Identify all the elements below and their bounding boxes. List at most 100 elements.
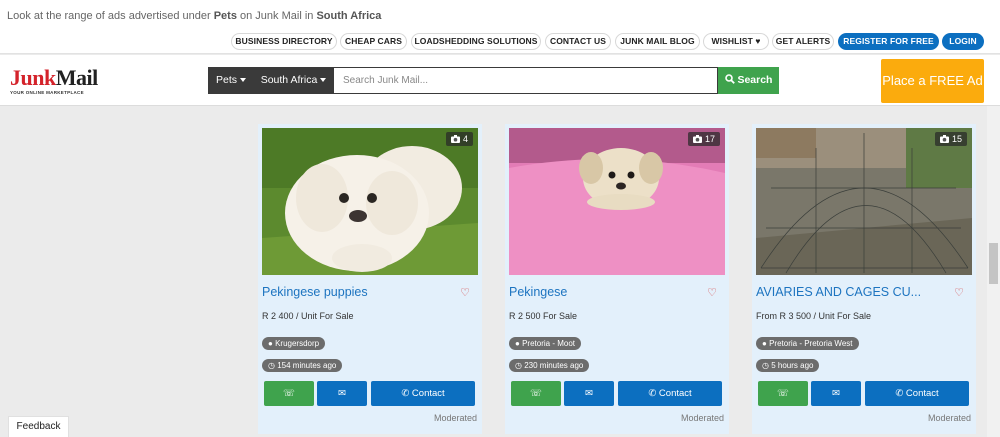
photo-count-value: 15 [951, 134, 962, 144]
phone-icon: ✆ [401, 388, 410, 399]
search-button-label: Search [737, 74, 773, 86]
wishlist-heart-icon[interactable]: ♡ [460, 286, 470, 299]
time-badge: ◷ 230 minutes ago [509, 359, 590, 372]
moderation-status: Moderated [433, 413, 477, 423]
camera-icon [940, 135, 950, 143]
nav-cheap-cars[interactable]: CHEAP CARS [340, 33, 407, 50]
logo-tagline: YOUR ONLINE MARKETPLACE [10, 90, 84, 95]
whatsapp-button[interactable]: ☏ [264, 381, 314, 406]
email-button[interactable]: ✉ [564, 381, 614, 406]
camera-icon [693, 135, 703, 143]
whatsapp-icon: ☏ [283, 388, 295, 399]
location-text: Pretoria - Moot [522, 339, 575, 348]
moderation-status: Moderated [927, 413, 971, 423]
contact-label: Contact [905, 388, 939, 399]
clock-icon: ◷ [762, 361, 769, 370]
envelope-icon: ✉ [832, 388, 840, 399]
listing-card[interactable]: 17 Pekingese ♡ R 2 500 For Sale ● Pretor… [505, 124, 729, 434]
wishlist-heart-icon[interactable]: ♡ [954, 286, 964, 299]
site-header: JunkMail YOUR ONLINE MARKETPLACE Pets So… [0, 55, 1000, 106]
whatsapp-icon: ☏ [777, 388, 789, 399]
contact-button[interactable]: ✆ Contact [371, 381, 475, 406]
caret-down-icon [320, 78, 327, 83]
listing-price: From R 3 500 / Unit For Sale [756, 311, 872, 321]
region-dropdown[interactable]: South Africa [254, 67, 333, 94]
clock-icon: ◷ [515, 361, 522, 370]
aviary-photo-image [756, 128, 972, 275]
junk-mail-logo[interactable]: JunkMail YOUR ONLINE MARKETPLACE [10, 67, 102, 97]
posted-time: 5 hours ago [771, 361, 814, 370]
map-pin-icon: ● [268, 339, 273, 348]
register-button[interactable]: REGISTER FOR FREE [838, 33, 939, 50]
whatsapp-button[interactable]: ☏ [511, 381, 561, 406]
listing-card[interactable]: 15 AVIARIES AND CAGES CU... ♡ From R 3 5… [752, 124, 976, 434]
email-button[interactable]: ✉ [317, 381, 367, 406]
listing-photo[interactable]: 15 [756, 128, 972, 275]
wishlist-heart-icon[interactable]: ♡ [707, 286, 717, 299]
listing-price: R 2 500 For Sale [509, 311, 578, 321]
contact-label: Contact [411, 388, 445, 399]
whatsapp-icon: ☏ [530, 388, 542, 399]
search-icon [724, 74, 735, 84]
time-badge: ◷ 154 minutes ago [262, 359, 343, 372]
caret-down-icon [240, 78, 246, 83]
listing-title[interactable]: Pekingese [509, 285, 699, 299]
whatsapp-button[interactable]: ☏ [758, 381, 808, 406]
place-free-ad-button[interactable]: Place a FREE Ad [881, 59, 984, 103]
photo-count: 4 [446, 132, 473, 146]
location-text: Pretoria - Pretoria West [769, 339, 853, 348]
listing-photo[interactable]: 4 [262, 128, 478, 275]
search-input[interactable]: Search Junk Mail... [333, 67, 718, 94]
nav-business-directory[interactable]: BUSINESS DIRECTORY [231, 33, 337, 50]
contact-label: Contact [658, 388, 692, 399]
category-dropdown[interactable]: Pets [208, 67, 254, 94]
envelope-icon: ✉ [338, 388, 346, 399]
nav-get-alerts[interactable]: GET ALERTS [772, 33, 834, 50]
listing-photo[interactable]: 17 [509, 128, 725, 275]
contact-button[interactable]: ✆ Contact [865, 381, 969, 406]
map-pin-icon: ● [762, 339, 767, 348]
notice-prefix: Look at the range of ads advertised unde… [7, 10, 214, 22]
location-text: Krugersdorp [275, 339, 320, 348]
email-button[interactable]: ✉ [811, 381, 861, 406]
listing-card[interactable]: 4 Pekingese puppies ♡ R 2 400 / Unit For… [258, 124, 482, 434]
search-button[interactable]: Search [718, 67, 779, 94]
photo-count: 17 [688, 132, 720, 146]
notice-region: South Africa [316, 10, 382, 22]
feedback-tab[interactable]: Feedback [8, 416, 69, 437]
time-badge: ◷ 5 hours ago [756, 359, 820, 372]
clock-icon: ◷ [268, 361, 275, 370]
listing-title[interactable]: Pekingese puppies [262, 285, 452, 299]
logo-part1: Junk [10, 65, 56, 90]
region-value: South Africa [260, 74, 318, 86]
notice-category: Pets [213, 10, 237, 22]
listing-price: R 2 400 / Unit For Sale [262, 311, 354, 321]
nav-loadshedding-solutions[interactable]: LOADSHEDDING SOLUTIONS [411, 33, 541, 50]
puppy-photo-image [509, 128, 725, 275]
scrollbar-thumb[interactable] [989, 243, 998, 284]
location-badge: ● Pretoria - Moot [509, 337, 581, 350]
notice-middle: on Junk Mail in [236, 10, 317, 22]
photo-count-value: 4 [462, 134, 468, 144]
nav-junk-mail-blog[interactable]: JUNK MAIL BLOG [615, 33, 700, 50]
nav-wishlist[interactable]: WISHLIST ♥ [703, 33, 769, 50]
moderation-status: Moderated [680, 413, 724, 423]
listing-title[interactable]: AVIARIES AND CAGES CU... [756, 285, 946, 299]
posted-time: 154 minutes ago [277, 361, 337, 370]
nav-contact-us[interactable]: CONTACT US [545, 33, 611, 50]
photo-count-value: 17 [704, 134, 715, 144]
map-pin-icon: ● [515, 339, 520, 348]
login-button[interactable]: LOGIN [942, 33, 984, 50]
top-nav: BUSINESS DIRECTORY CHEAP CARS LOADSHEDDI… [0, 30, 1000, 54]
phone-icon: ✆ [648, 388, 657, 399]
posted-time: 230 minutes ago [524, 361, 584, 370]
category-notice: Look at the range of ads advertised unde… [0, 0, 1000, 30]
location-badge: ● Pretoria - Pretoria West [756, 337, 859, 350]
contact-button[interactable]: ✆ Contact [618, 381, 722, 406]
puppy-photo-image [262, 128, 478, 275]
photo-count: 15 [935, 132, 967, 146]
phone-icon: ✆ [895, 388, 904, 399]
location-badge: ● Krugersdorp [262, 337, 326, 350]
logo-part2: Mail [55, 65, 99, 90]
envelope-icon: ✉ [585, 388, 593, 399]
